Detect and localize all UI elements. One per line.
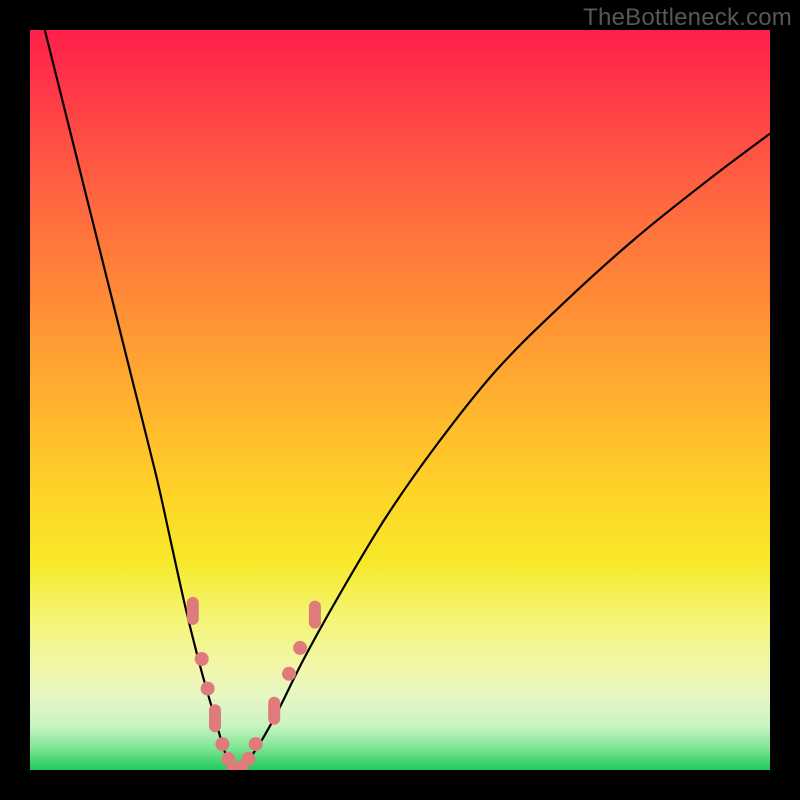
watermark-text: TheBottleneck.com [583,4,792,32]
marker-capsule [309,601,321,629]
bottleneck-curve-path [45,30,770,770]
marker-circle [241,752,255,766]
marker-circle [293,641,307,655]
highlighted-markers [187,597,321,770]
marker-capsule [187,597,199,625]
chart-plot-area [30,30,770,770]
marker-capsule [209,704,221,732]
chart-frame: TheBottleneck.com [0,0,800,800]
marker-circle [195,652,209,666]
bottleneck-curve-svg [30,30,770,770]
marker-circle [201,682,215,696]
marker-circle [282,667,296,681]
marker-circle [215,737,229,751]
marker-capsule [268,697,280,725]
marker-circle [249,737,263,751]
curve-path-group [45,30,770,770]
